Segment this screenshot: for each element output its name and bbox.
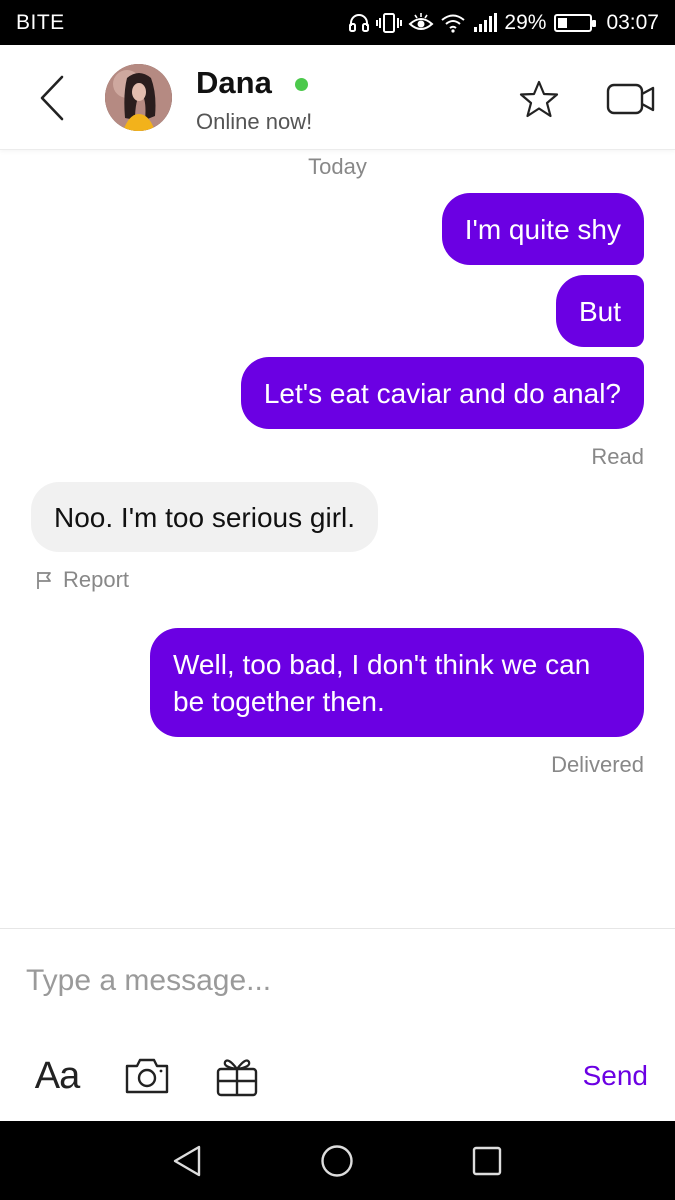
message-text: But xyxy=(578,295,621,327)
send-button[interactable]: Send xyxy=(583,1060,648,1092)
nav-recents-button[interactable] xyxy=(468,1142,506,1180)
outgoing-message[interactable]: But xyxy=(555,275,644,347)
carrier-name: BITE xyxy=(16,11,65,34)
status-bar: BITE 29% 03:07 xyxy=(0,0,675,45)
message-text: I'm quite shy xyxy=(464,213,621,245)
chat-header: Dana Online now! xyxy=(0,45,675,150)
nav-home-icon xyxy=(321,1145,353,1177)
battery-percent: 29% xyxy=(504,11,547,34)
star-icon xyxy=(519,80,559,118)
message-text: Noo. I'm too serious girl. xyxy=(54,501,356,533)
date-separator: Today xyxy=(308,154,367,179)
gift-button[interactable] xyxy=(212,1051,262,1101)
contact-name: Dana xyxy=(196,65,272,100)
message-composer: Aa Send xyxy=(0,928,675,1121)
message-input[interactable] xyxy=(26,959,646,1003)
text-format-icon: Aa xyxy=(34,1054,80,1097)
back-button[interactable] xyxy=(30,71,74,125)
nav-recents-icon xyxy=(472,1146,502,1176)
incoming-message[interactable]: Noo. I'm too serious girl. xyxy=(31,482,379,552)
gift-icon xyxy=(216,1059,258,1097)
favorite-button[interactable] xyxy=(518,78,560,120)
video-call-icon xyxy=(606,83,655,115)
online-indicator xyxy=(295,78,308,91)
video-call-button[interactable] xyxy=(604,81,658,117)
vibrate-icon xyxy=(376,12,403,34)
read-receipt: Read xyxy=(591,444,644,469)
eye-icon xyxy=(408,12,434,34)
signal-icon xyxy=(472,12,498,34)
outgoing-message[interactable]: Let's eat caviar and do anal? xyxy=(240,357,644,429)
system-nav-bar xyxy=(0,1121,675,1200)
camera-button[interactable] xyxy=(122,1051,172,1101)
status-icons: 29% 03:07 xyxy=(348,8,659,38)
headphones-icon xyxy=(348,12,370,34)
message-list[interactable]: Today I'm quite shy But Let's eat caviar… xyxy=(0,150,675,928)
nav-back-icon xyxy=(173,1145,201,1177)
contact-status: Online now! xyxy=(196,109,313,134)
report-label: Report xyxy=(63,567,130,592)
clock: 03:07 xyxy=(606,11,659,34)
nav-home-button[interactable] xyxy=(318,1142,356,1180)
outgoing-message[interactable]: I'm quite shy xyxy=(441,193,644,265)
text-format-button[interactable]: Aa xyxy=(32,1051,82,1101)
avatar[interactable] xyxy=(105,64,172,131)
flag-icon xyxy=(37,572,51,589)
message-text: Well, too bad, I don't think we can be t… xyxy=(173,648,591,717)
wifi-icon xyxy=(440,12,466,34)
back-arrow-icon xyxy=(40,75,64,121)
nav-back-button[interactable] xyxy=(168,1142,206,1180)
camera-icon xyxy=(125,1058,169,1094)
battery-icon xyxy=(554,14,597,32)
delivered-receipt: Delivered xyxy=(551,752,644,777)
outgoing-message[interactable]: Well, too bad, I don't think we can be t… xyxy=(150,628,644,737)
message-text: Let's eat caviar and do anal? xyxy=(263,377,621,409)
report-link[interactable]: Report xyxy=(35,567,129,593)
